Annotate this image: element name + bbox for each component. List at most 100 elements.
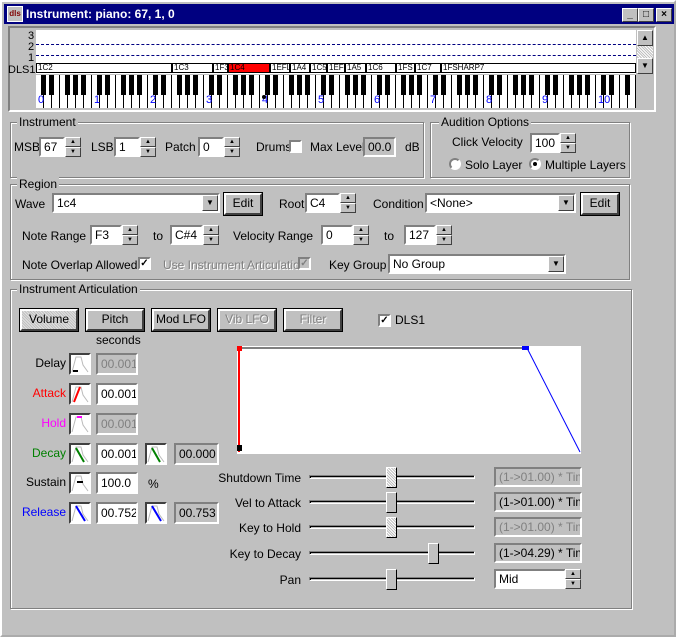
black-key[interactable] (129, 75, 134, 95)
root-spinner[interactable]: ▲ ▼ (340, 193, 356, 213)
condition-edit-button[interactable]: Edit (580, 192, 620, 216)
note-overlap-checkbox[interactable]: ✓ (138, 257, 151, 270)
param-input-release[interactable]: 00.752 (96, 502, 138, 524)
maximize-button[interactable]: □ (638, 8, 654, 22)
sustain-envelope-icon[interactable] (69, 472, 91, 494)
lsb-spinner[interactable]: ▲ ▼ (140, 137, 156, 157)
multiple-layers-label[interactable]: Multiple Layers (545, 158, 626, 172)
black-key[interactable] (81, 75, 86, 95)
region-block[interactable]: 1F3 (213, 63, 228, 73)
tab-pitch[interactable]: Pitch (85, 308, 145, 332)
lsb-input[interactable]: 1 (114, 137, 140, 157)
drums-checkbox[interactable] (289, 140, 302, 153)
msb-spinner[interactable]: ▲ ▼ (65, 137, 81, 157)
black-key[interactable] (545, 75, 550, 95)
delay-envelope-icon[interactable] (69, 353, 91, 375)
region-block[interactable]: 1C3 (172, 63, 213, 73)
black-key[interactable] (329, 75, 334, 95)
hold-envelope-icon[interactable] (69, 413, 91, 435)
vel-to-input[interactable]: 127 (404, 225, 436, 245)
minimize-button[interactable]: _ (622, 8, 638, 22)
multiple-layers-radio[interactable] (529, 158, 541, 170)
scroll-down-icon[interactable]: ▼ (637, 58, 653, 74)
release-envelope-icon-secondary[interactable] (145, 502, 167, 524)
param-input-attack[interactable]: 00.001 (96, 383, 138, 405)
tab-volume[interactable]: Volume (19, 308, 79, 332)
key-group-dropdown-icon[interactable]: ▼ (548, 256, 564, 272)
envelope-graph[interactable] (237, 346, 581, 454)
region-block[interactable]: 1A4 (290, 63, 310, 73)
release-envelope-icon[interactable] (69, 502, 91, 524)
black-key[interactable] (385, 75, 390, 95)
black-key[interactable] (241, 75, 246, 95)
note-from-input[interactable]: F3 (90, 225, 122, 245)
note-from-spinner[interactable]: ▲ ▼ (122, 225, 138, 245)
region-block[interactable]: 1C2 (36, 63, 172, 73)
slider-thumb[interactable] (386, 569, 397, 590)
msb-input[interactable]: 67 (39, 137, 65, 157)
patch-input[interactable]: 0 (198, 137, 224, 157)
slider-thumb[interactable] (427, 543, 439, 564)
black-key[interactable] (433, 75, 438, 95)
black-key[interactable] (273, 75, 278, 95)
black-key[interactable] (137, 75, 142, 95)
black-key[interactable] (377, 75, 382, 95)
piano-keyboard[interactable]: 0 1 2 3 4 5 6 7 8 9 10 (36, 75, 636, 108)
black-key[interactable] (49, 75, 54, 95)
click-velocity-spinner[interactable]: ▲ ▼ (560, 133, 576, 153)
black-key[interactable] (305, 75, 310, 95)
region-block[interactable]: 1EFL (270, 63, 290, 73)
black-key[interactable] (441, 75, 446, 95)
slider-thumb[interactable] (386, 492, 397, 513)
black-key[interactable] (569, 75, 574, 95)
black-key[interactable] (153, 75, 158, 95)
black-key[interactable] (289, 75, 294, 95)
black-key[interactable] (185, 75, 190, 95)
black-key[interactable] (353, 75, 358, 95)
black-key[interactable] (265, 75, 270, 95)
black-key[interactable] (513, 75, 518, 95)
param-input-sustain[interactable]: 100.0 (96, 472, 138, 494)
region-block[interactable]: 1C4 (228, 63, 270, 73)
region-block[interactable]: 1A5 (345, 63, 366, 73)
solo-layer-radio[interactable] (449, 158, 461, 170)
black-key[interactable] (577, 75, 582, 95)
note-to-spinner[interactable]: ▲ ▼ (203, 225, 219, 245)
attack-envelope-icon[interactable] (69, 383, 91, 405)
black-key[interactable] (177, 75, 182, 95)
pan-spinner[interactable]: ▲ ▼ (565, 569, 581, 589)
region-strip[interactable]: 1C2 1C3 1F3 1C4 1EFL 1A4 1C5 1EF 1A5 1C6 1FS 1C7 1FS… (36, 63, 636, 74)
click-velocity-input[interactable]: 100 (530, 133, 560, 153)
black-key[interactable] (553, 75, 558, 95)
pan-input[interactable]: Mid (494, 569, 566, 589)
root-input[interactable]: C4 (305, 193, 340, 213)
vel-to-spinner[interactable]: ▲ ▼ (436, 225, 452, 245)
black-key[interactable] (73, 75, 78, 95)
region-block[interactable]: 1FSHARP7 (441, 63, 636, 73)
black-key[interactable] (193, 75, 198, 95)
tab-mod-lfo[interactable]: Mod LFO (151, 308, 211, 332)
region-block[interactable]: 1FS (396, 63, 415, 73)
black-key[interactable] (345, 75, 350, 95)
condition-dropdown-icon[interactable]: ▼ (558, 195, 574, 211)
black-key[interactable] (361, 75, 366, 95)
vel-from-input[interactable]: 0 (321, 225, 353, 245)
black-key[interactable] (609, 75, 614, 95)
black-key[interactable] (249, 75, 254, 95)
note-to-input[interactable]: C#4 (170, 225, 203, 245)
black-key[interactable] (105, 75, 110, 95)
region-block[interactable]: 1C6 (366, 63, 396, 73)
scroll-up-icon[interactable]: ▲ (637, 30, 653, 46)
black-key[interactable] (601, 75, 606, 95)
key-group-select[interactable]: No Group (388, 254, 566, 274)
black-key[interactable] (65, 75, 70, 95)
black-key[interactable] (401, 75, 406, 95)
black-key[interactable] (321, 75, 326, 95)
black-key[interactable] (121, 75, 126, 95)
black-key[interactable] (521, 75, 526, 95)
black-key[interactable] (161, 75, 166, 95)
black-key[interactable] (489, 75, 494, 95)
black-key[interactable] (209, 75, 214, 95)
black-key[interactable] (41, 75, 46, 95)
black-key[interactable] (409, 75, 414, 95)
